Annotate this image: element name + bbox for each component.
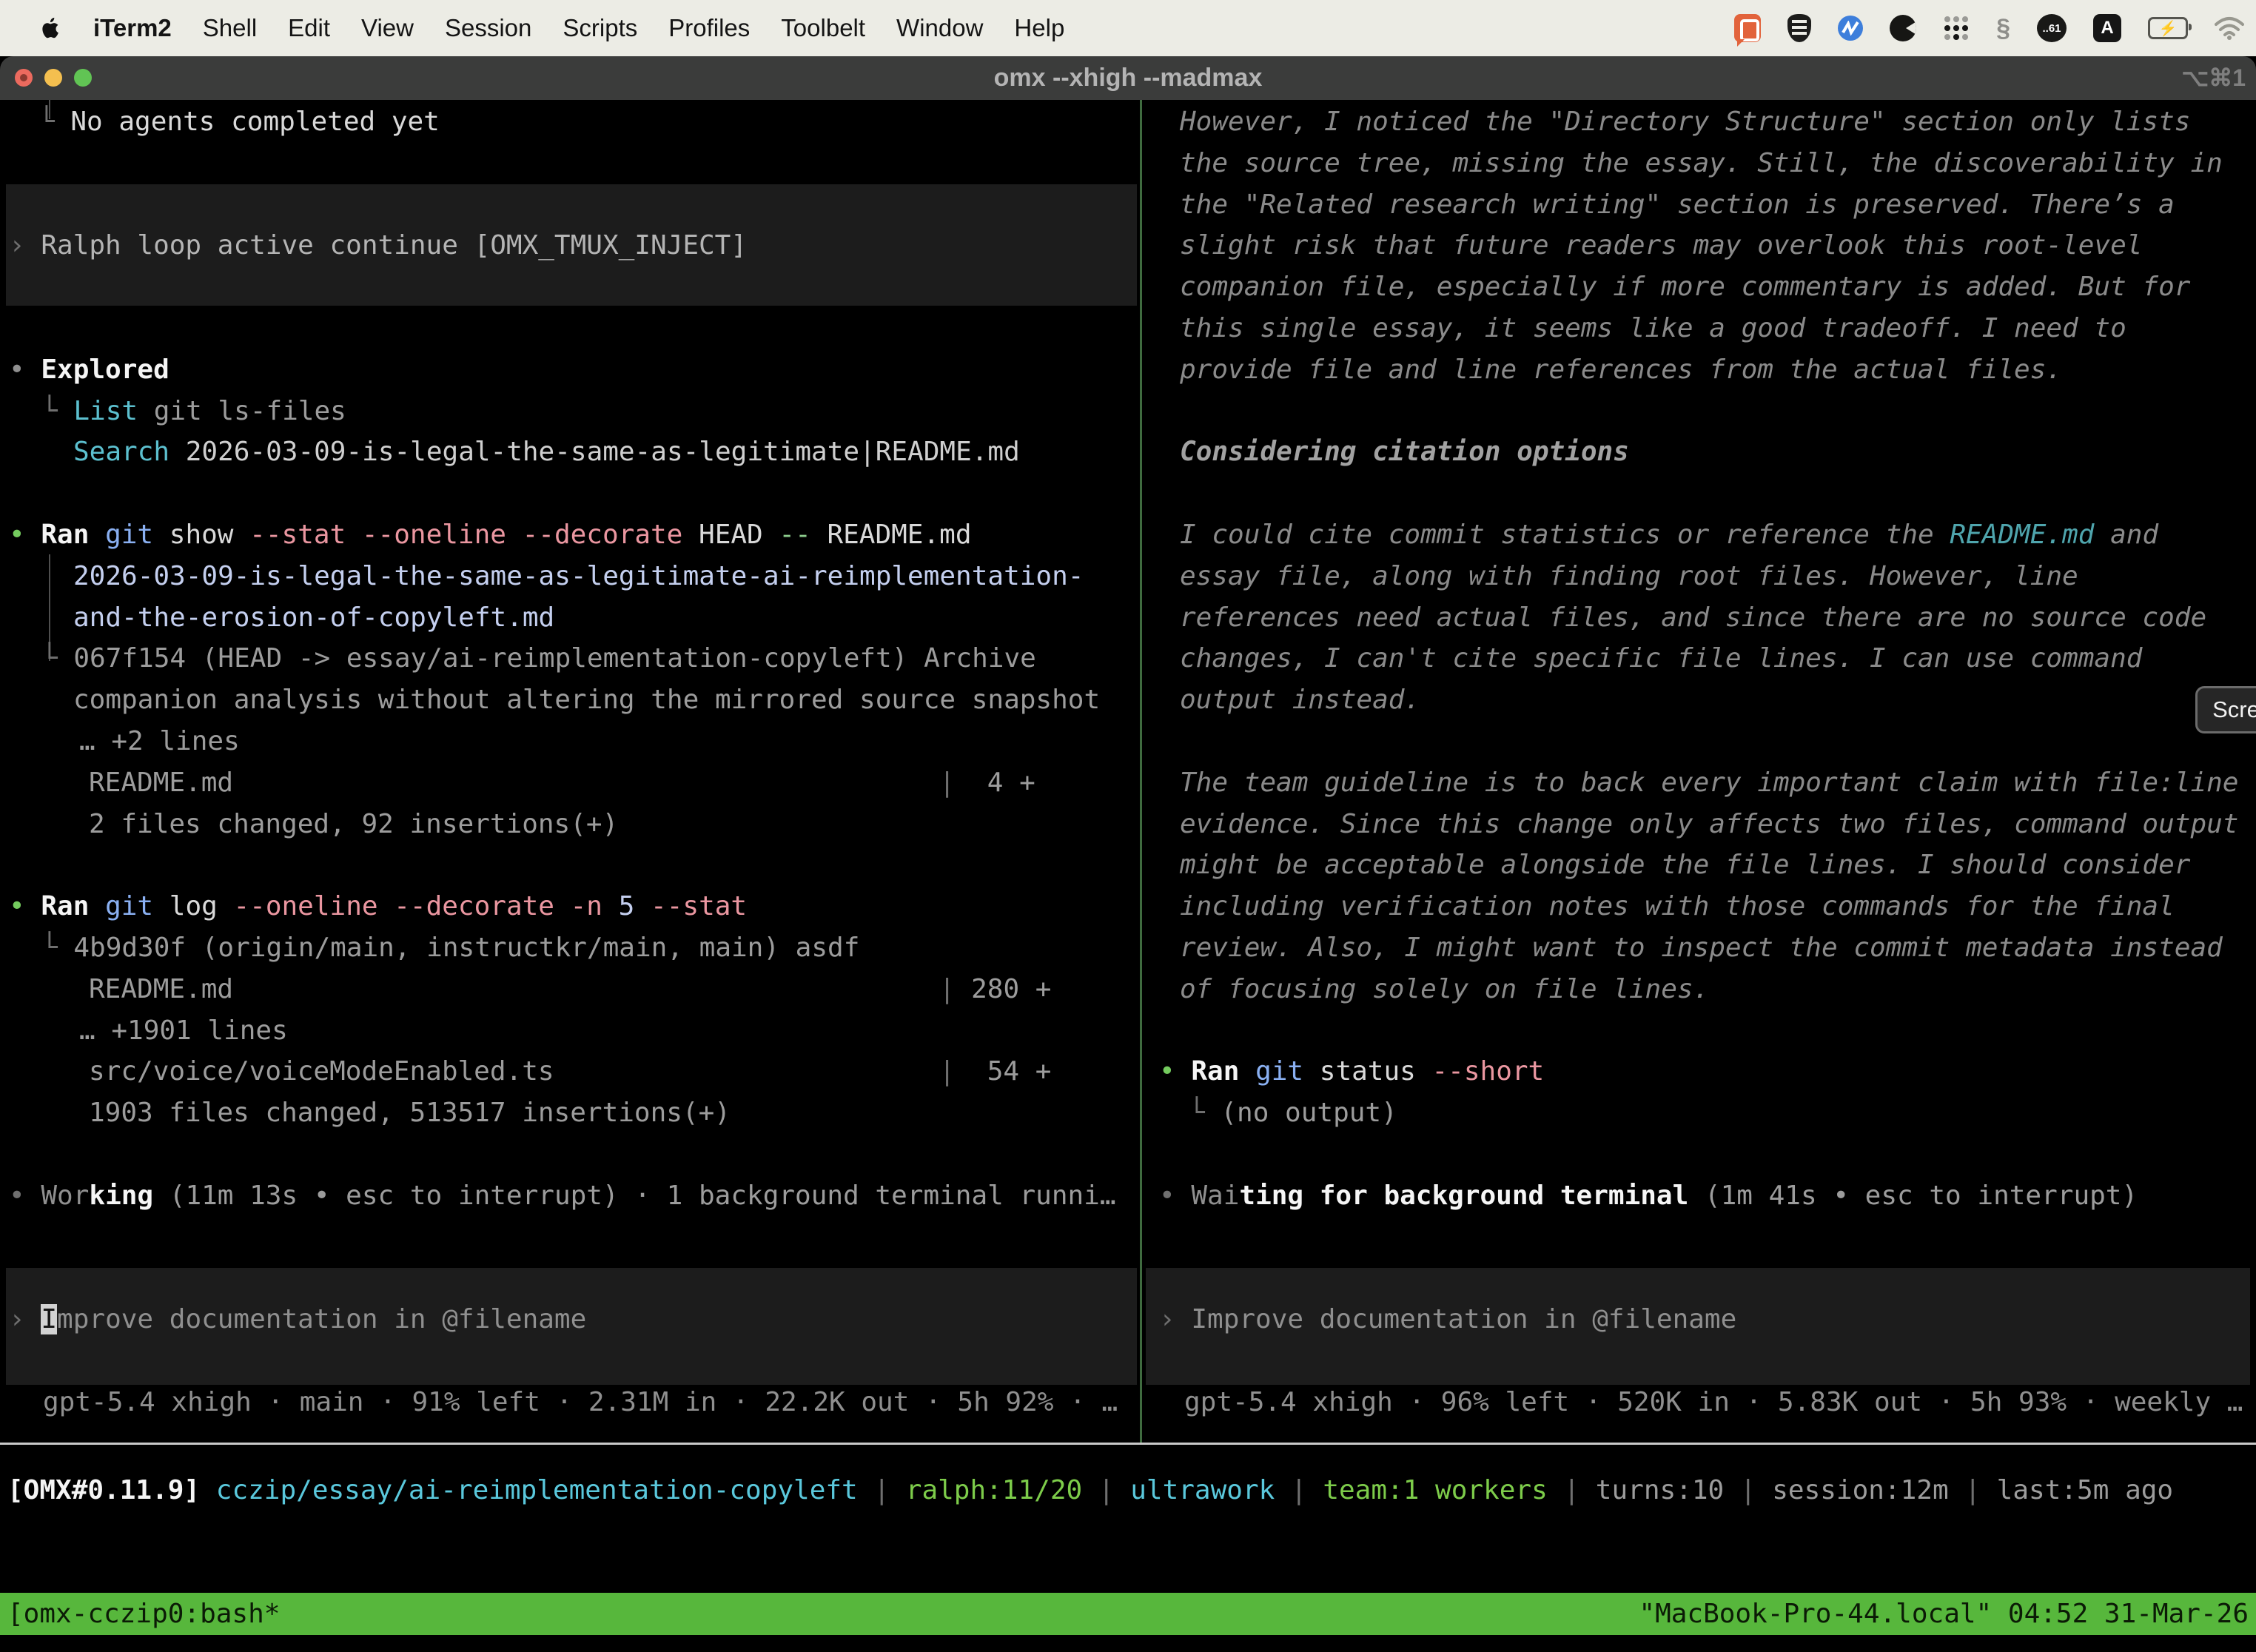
terminal-line: 1903 files changed, 513517 insertions(+): [89, 1092, 731, 1134]
terminal-line: including verification notes with those …: [1180, 886, 2175, 927]
squiggle-icon[interactable]: §: [1996, 14, 2010, 43]
terminal-line: • Waiting for background terminal (1m 41…: [1159, 1175, 2138, 1217]
terminal-line: 2026-03-09-is-legal-the-same-as-legitima…: [73, 556, 1084, 597]
dots-grid-icon[interactable]: [1943, 15, 1970, 41]
menu-item-edit[interactable]: Edit: [288, 14, 330, 42]
terminal-line: › Improve documentation in @filename: [1159, 1299, 1736, 1340]
screen-share-chip-label: Scre: [2212, 696, 2256, 723]
tmux-host-clock-label: "MacBook-Pro-44.local" 04:52 31-Mar-26: [1639, 1593, 2249, 1635]
tmux-status-bar: [omx-cczip0:bash* "MacBook-Pro-44.local"…: [0, 1593, 2256, 1635]
terminal-line: The team guideline is to back every impo…: [1180, 762, 2238, 804]
menu-item-help[interactable]: Help: [1014, 14, 1064, 42]
terminal-line: › Improve documentation in @filename: [9, 1299, 586, 1340]
terminal-line: • Working (11m 13s • esc to interrupt) ·…: [9, 1175, 1116, 1217]
terminal-line: essay file, along with finding root file…: [1180, 556, 2078, 597]
menu-bar-status-icons: § ..61 A ⚡: [1734, 0, 2244, 56]
apple-icon[interactable]: [40, 16, 62, 41]
terminal-line: slight risk that future readers may over…: [1180, 225, 2142, 266]
terminal-line: review. Also, I might want to inspect th…: [1180, 927, 2223, 969]
battery-percent-app-icon[interactable]: ..61: [2037, 14, 2067, 42]
menu-item-view[interactable]: View: [361, 14, 414, 42]
terminal-line: • Ran git status --short: [1159, 1051, 1544, 1092]
menu-bar: iTerm2 Shell Edit View Session Scripts Profile…: [0, 0, 2256, 56]
terminal-line: … +1901 lines: [79, 1010, 288, 1052]
dark-circle-icon[interactable]: [1890, 15, 1916, 41]
terminal-line: Search 2026-03-09-is-legal-the-same-as-l…: [73, 432, 1020, 473]
terminal-line: provide file and line references from th…: [1180, 349, 2062, 391]
terminal-line: › Ralph loop active continue [OMX_TMUX_I…: [9, 225, 747, 266]
messages-badge-icon[interactable]: [1734, 14, 1761, 42]
screen-share-chip[interactable]: Scre: [2195, 686, 2256, 733]
terminal-line: changes, I can't cite specific file line…: [1180, 638, 2142, 679]
terminal-line: • Ran git show --stat --oneline --decora…: [9, 514, 972, 556]
terminal-line: the source tree, missing the essay. Stil…: [1180, 143, 2223, 184]
menu-item-iterm2[interactable]: iTerm2: [93, 14, 172, 42]
charging-bolt-icon: ⚡: [2159, 19, 2178, 38]
terminal-line: └ List git ls-files: [41, 391, 346, 432]
menu-item-toolbelt[interactable]: Toolbelt: [781, 14, 865, 42]
terminal-line: I could cite commit statistics or refere…: [1180, 514, 2158, 556]
terminal-line: and-the-erosion-of-copyleft.md: [73, 597, 554, 639]
terminal-line: companion file, especially if more comme…: [1180, 266, 2190, 308]
menu-item-window[interactable]: Window: [896, 14, 983, 42]
keyboard-layout-icon[interactable]: A: [2093, 14, 2121, 42]
terminal-line: • Ran git log --oneline --decorate -n 5 …: [9, 886, 747, 927]
terminal-line: gpt-5.4 xhigh · main · 91% left · 2.31M …: [43, 1382, 1118, 1423]
terminal-line: README.md | 4 +: [89, 762, 1035, 804]
terminal-line: README.md | 280 +: [89, 969, 1051, 1010]
omx-status-bar: [OMX#0.11.9] cczip/essay/ai-reimplementa…: [7, 1470, 2173, 1511]
wifi-icon[interactable]: [2215, 16, 2244, 40]
terminal-line: └ (no output): [1189, 1092, 1397, 1134]
menu-item-session[interactable]: Session: [445, 14, 531, 42]
screen: iTerm2 Shell Edit View Session Scripts Profile…: [0, 0, 2256, 1652]
blue-badge-icon[interactable]: [1838, 16, 1863, 41]
window-shortcut-badge: ⌥⌘1: [2181, 56, 2246, 100]
terminal-line: 2 files changed, 92 insertions(+): [89, 804, 618, 845]
menu-item-profiles[interactable]: Profiles: [668, 14, 750, 42]
window-title-bar: omx --xhigh --madmax ⌥⌘1: [0, 56, 2256, 100]
terminal-line: of focusing solely on file lines.: [1180, 969, 1709, 1010]
battery-icon[interactable]: ⚡: [2148, 17, 2188, 39]
menu-item-scripts[interactable]: Scripts: [563, 14, 637, 42]
terminal-line: Considering citation options: [1180, 432, 1629, 473]
tmux-session-label[interactable]: [omx-cczip0:bash*: [7, 1593, 280, 1635]
terminal-line: might be acceptable alongside the file l…: [1180, 845, 2190, 886]
terminal-line: However, I noticed the "Directory Struct…: [1180, 101, 2190, 143]
window-title: omx --xhigh --madmax: [0, 56, 2256, 100]
terminal-line: … +2 lines: [79, 721, 240, 762]
terminal-line: companion analysis without altering the …: [73, 679, 1100, 721]
shield-grid-icon[interactable]: [1787, 14, 1811, 42]
terminal-line: gpt-5.4 xhigh · 96% left · 520K in · 5.8…: [1184, 1382, 2243, 1423]
terminal-line: └ 4b9d30f (origin/main, instructkr/main,…: [41, 927, 859, 969]
pane-divider[interactable]: [1140, 100, 1142, 1443]
statusbar-divider: [0, 1443, 2256, 1445]
terminal-line: references need actual files, and since …: [1180, 597, 2206, 639]
terminal-line: • Explored: [9, 349, 169, 391]
terminal-line: src/voice/voiceModeEnabled.ts | 54 +: [89, 1051, 1051, 1092]
menu-items: iTerm2 Shell Edit View Session Scripts Profile…: [0, 14, 1064, 42]
terminal: └ No agents completed yet › Ralph loop ac…: [0, 100, 2256, 1652]
terminal-line: └ No agents completed yet: [38, 101, 440, 143]
terminal-line: └ 067f154 (HEAD -> essay/ai-reimplementa…: [41, 638, 1036, 679]
terminal-line: the "Related research writing" section i…: [1180, 184, 2175, 226]
terminal-line: this single essay, it seems like a good …: [1180, 308, 2126, 349]
menu-item-shell[interactable]: Shell: [203, 14, 257, 42]
terminal-line: output instead.: [1180, 679, 1420, 721]
terminal-line: evidence. Since this change only affects…: [1180, 804, 2238, 845]
